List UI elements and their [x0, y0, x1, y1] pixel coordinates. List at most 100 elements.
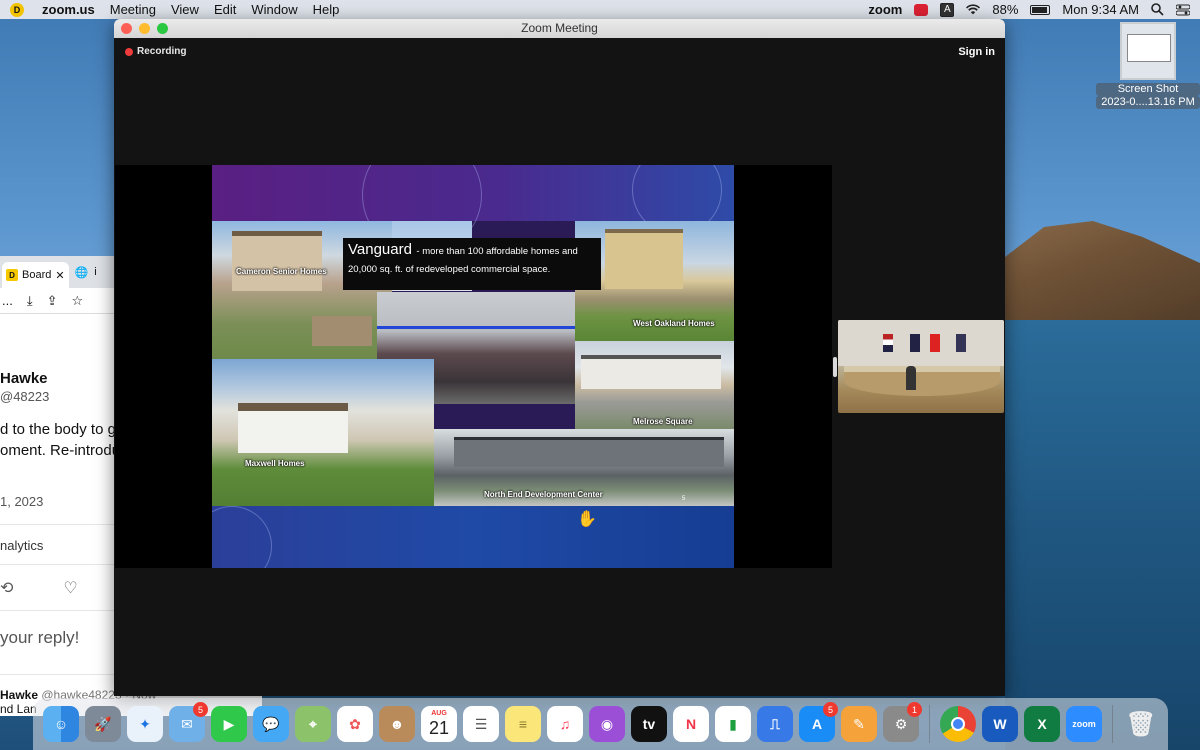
- tweet-analytics-link[interactable]: nalytics: [0, 538, 43, 553]
- menu-bar: D zoom.us Meeting View Edit Window Help …: [0, 0, 1200, 19]
- tweet-author-name[interactable]: Hawke: [0, 370, 48, 387]
- label-north-end: North End Development Center: [484, 490, 603, 499]
- menu-view[interactable]: View: [171, 2, 199, 17]
- news-icon[interactable]: N: [673, 706, 709, 742]
- safari-icon[interactable]: ✦: [127, 706, 163, 742]
- app-store-icon[interactable]: A5: [799, 702, 838, 742]
- label-west-oakland: West Oakland Homes: [633, 319, 715, 328]
- calendar-month: AUG: [431, 710, 447, 717]
- tweet-date[interactable]: 1, 2023: [0, 494, 43, 509]
- dock: ☺ 🚀 ✦ ✉ 5 ▶ 💬 ⌖ ✿ ☻ AUG 21 ☰ ≡ ♫ ◉ tv N ▮…: [33, 698, 1168, 750]
- dropbox-icon[interactable]: [914, 3, 929, 16]
- share-icon[interactable]: ⇪: [47, 293, 58, 309]
- presentation-slide: Cameron Senior Homes West Oakland Homes …: [212, 165, 734, 568]
- numbers-icon[interactable]: ▮: [715, 706, 751, 742]
- label-cameron: Cameron Senior Homes: [236, 267, 327, 276]
- app-store-badge: 5: [823, 702, 838, 717]
- slide-footer-band: [212, 506, 734, 568]
- minimize-window-button[interactable]: [139, 23, 150, 34]
- globe-icon[interactable]: 🌐: [75, 266, 89, 279]
- zoom-status-item[interactable]: zoom: [868, 2, 902, 17]
- apple-tv-icon[interactable]: tv: [631, 706, 667, 742]
- menu-edit[interactable]: Edit: [214, 2, 236, 17]
- launchpad-icon[interactable]: 🚀: [85, 706, 121, 742]
- url-fragment[interactable]: ...: [2, 293, 13, 308]
- desktop-sea: [1005, 320, 1200, 750]
- zoom-icon[interactable]: zoom: [1066, 706, 1102, 742]
- slide-header-band: [212, 165, 734, 255]
- wifi-icon[interactable]: [966, 3, 981, 16]
- label-maxwell: Maxwell Homes: [245, 459, 305, 468]
- like-heart-icon[interactable]: ♡: [63, 578, 77, 598]
- label-melrose: Melrose Square: [633, 417, 693, 426]
- fullscreen-window-button[interactable]: [157, 23, 168, 34]
- battery-icon[interactable]: [1030, 4, 1051, 15]
- maps-icon[interactable]: ⌖: [295, 706, 331, 742]
- divider: [0, 610, 114, 611]
- calendar-day: 21: [428, 718, 450, 738]
- podcasts-icon[interactable]: ◉: [589, 706, 625, 742]
- participant-video-thumbnail[interactable]: [838, 320, 1004, 413]
- reminders-icon[interactable]: ☰: [463, 706, 499, 742]
- browser-toolbar: ... ⤓ ⇪ ☆: [0, 288, 114, 314]
- chrome-icon[interactable]: [940, 706, 976, 742]
- apple-menu-icon[interactable]: D: [10, 2, 24, 17]
- zoom-window-title: Zoom Meeting: [521, 21, 598, 35]
- menu-app-name[interactable]: zoom.us: [42, 2, 95, 17]
- divider: [0, 524, 114, 525]
- word-icon[interactable]: W: [982, 706, 1018, 742]
- contacts-icon[interactable]: ☻: [379, 706, 415, 742]
- retweet-icon[interactable]: ⟲: [0, 578, 13, 598]
- finder-icon[interactable]: ☺: [43, 706, 79, 742]
- menu-window[interactable]: Window: [251, 2, 297, 17]
- bookmark-star-icon[interactable]: ☆: [72, 293, 84, 309]
- tab-label: Board: [22, 269, 52, 281]
- pages-icon[interactable]: ✎: [841, 706, 877, 742]
- download-icon[interactable]: ⤓: [27, 293, 33, 309]
- desktop-screenshot-file[interactable]: Screen Shot 2023-0....13.16 PM: [1096, 22, 1200, 109]
- menu-clock[interactable]: Mon 9:34 AM: [1062, 2, 1139, 17]
- browser-tab-board[interactable]: D Board ✕: [2, 262, 69, 288]
- desktop-cliff: [1005, 221, 1200, 335]
- tweet-author-handle[interactable]: @48223: [0, 389, 49, 404]
- control-center-icon[interactable]: [1176, 4, 1190, 16]
- music-icon[interactable]: ♫: [547, 706, 583, 742]
- tweet-actions: ⟲ ♡: [0, 578, 78, 598]
- split-resize-handle[interactable]: [833, 357, 837, 377]
- screenshot-label-line1: Screen Shot: [1096, 83, 1200, 96]
- tab-close-icon[interactable]: ✕: [55, 269, 64, 282]
- slide-headline: Vanguard: [348, 241, 412, 258]
- tab-favicon: D: [6, 269, 18, 281]
- recording-label: Recording: [137, 46, 187, 57]
- menu-meeting[interactable]: Meeting: [110, 2, 156, 17]
- tweet-text-line2: oment. Re-introdu: [0, 442, 114, 459]
- hand-cursor-icon: ✋: [577, 511, 597, 528]
- screen-share-area[interactable]: Cameron Senior Homes West Oakland Homes …: [115, 165, 832, 568]
- calendar-icon[interactable]: AUG 21: [421, 706, 457, 742]
- tab2-label[interactable]: i: [94, 266, 96, 278]
- zoom-meeting-window: Zoom Meeting Recording Sign in Cameron S…: [114, 19, 1005, 696]
- menu-help[interactable]: Help: [313, 2, 340, 17]
- slide-caption-box: Vanguard - more than 100 affordable home…: [343, 238, 601, 290]
- system-preferences-icon[interactable]: ⚙ 1: [883, 702, 922, 742]
- reply-author-name[interactable]: Hawke: [0, 688, 38, 702]
- photo-north-end-development-center: North End Development Center: [434, 429, 734, 506]
- zoom-title-bar: Zoom Meeting: [114, 19, 1005, 38]
- messages-icon[interactable]: 💬: [253, 706, 289, 742]
- photos-icon[interactable]: ✿: [337, 706, 373, 742]
- recording-indicator[interactable]: Recording: [125, 46, 186, 57]
- photo-maxwell-homes: Maxwell Homes: [212, 359, 434, 506]
- keynote-icon[interactable]: ⎍: [757, 706, 793, 742]
- screenshot-thumbnail: [1120, 22, 1176, 80]
- tweet-text-line1: d to the body to gi: [0, 421, 114, 438]
- input-source-icon[interactable]: A: [940, 2, 955, 17]
- mail-icon[interactable]: ✉ 5: [169, 702, 208, 742]
- facetime-icon[interactable]: ▶: [211, 706, 247, 742]
- sign-in-button[interactable]: Sign in: [958, 46, 995, 58]
- browser-tab-bar: D Board ✕ 🌐 i: [0, 256, 114, 288]
- excel-icon[interactable]: X: [1024, 706, 1060, 742]
- close-window-button[interactable]: [121, 23, 132, 34]
- trash-icon[interactable]: 🗑: [1123, 706, 1159, 742]
- notes-icon[interactable]: ≡: [505, 706, 541, 742]
- spotlight-search-icon[interactable]: [1151, 3, 1164, 16]
